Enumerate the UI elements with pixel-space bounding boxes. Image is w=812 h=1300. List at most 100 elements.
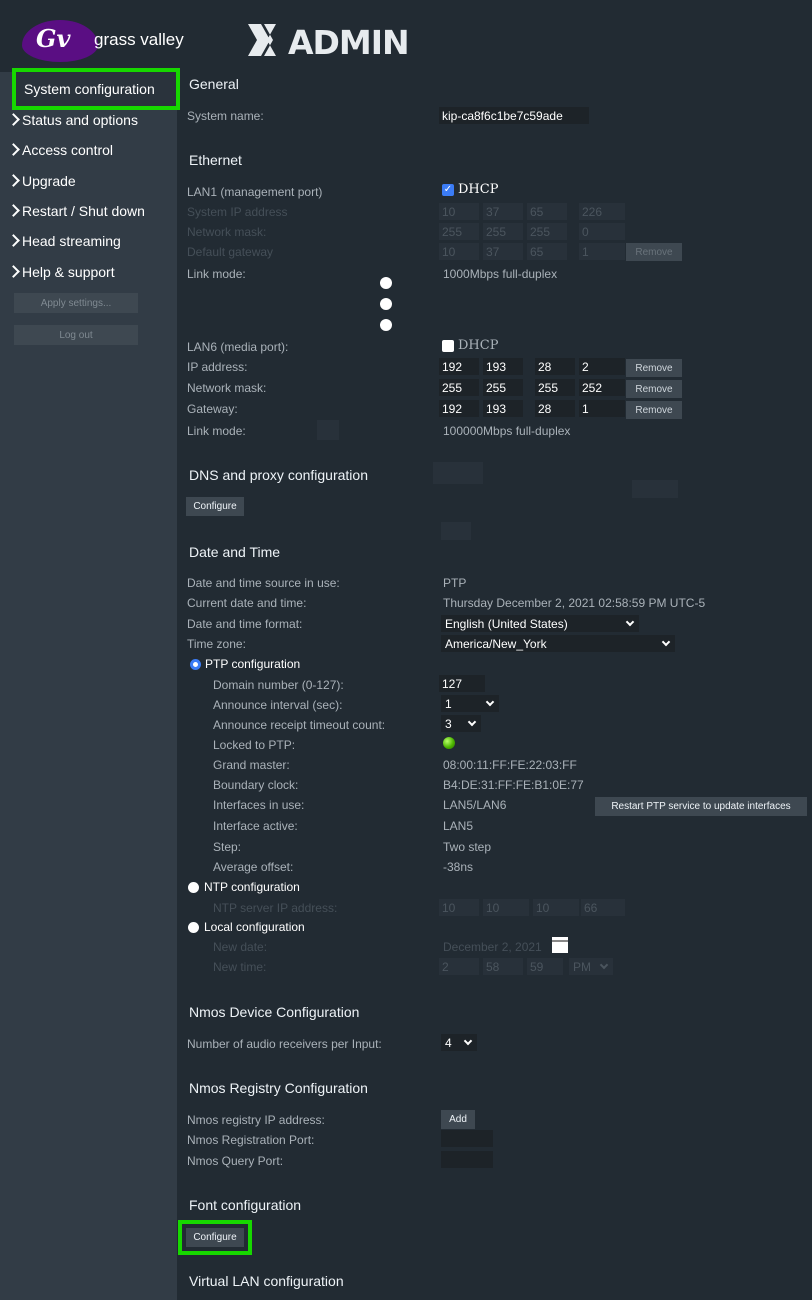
lan6-gateway-octet-4[interactable]: 1 — [579, 400, 625, 417]
sidebar-item-label: Access control — [22, 142, 114, 158]
brand-name: grass valley — [94, 30, 184, 49]
lan6-link-mode-value: 100000Mbps full-duplex — [443, 424, 571, 438]
section-title-font: Font configuration — [189, 1197, 302, 1213]
lan1-gateway-remove-button[interactable]: Remove — [626, 243, 682, 261]
ptp-config-radio[interactable] — [190, 659, 201, 670]
lan1-mask-octet-3[interactable]: 255 — [527, 223, 567, 240]
lan6-ip-octet-3[interactable]: 28 — [535, 358, 575, 375]
ntp-server-ip-label: NTP server IP address: — [213, 901, 338, 915]
sidebar-item-help-support[interactable]: Help & support — [8, 260, 115, 284]
lan6-mask-octet-2[interactable]: 255 — [483, 379, 523, 396]
ntp-ip-octet-2[interactable]: 10 — [483, 899, 529, 916]
new-time-ampm-select[interactable]: PM — [569, 958, 613, 975]
sidebar-item-label: Upgrade — [22, 173, 76, 189]
registry-add-button[interactable]: Add — [441, 1110, 475, 1129]
announce-interval-select[interactable]: 1 — [441, 695, 499, 712]
current-datetime-value: Thursday December 2, 2021 02:58:59 PM UT… — [443, 596, 706, 610]
system-name-input[interactable]: kip-ca8f6c1be7c59ade — [439, 107, 589, 124]
local-config-radio[interactable] — [188, 922, 199, 933]
current-datetime-label: Current date and time: — [187, 596, 307, 610]
sidebar-item-head-streaming[interactable]: Head streaming — [8, 229, 121, 253]
lan1-dhcp-checkbox[interactable]: ✓ — [442, 184, 454, 196]
lan1-ip-octet-3[interactable]: 65 — [527, 203, 567, 220]
audio-receivers-select[interactable]: 4 — [441, 1034, 477, 1051]
timezone-select[interactable]: America/New_York — [441, 635, 675, 652]
chevron-right-icon — [8, 205, 20, 217]
new-date-value: December 2, 2021 — [443, 940, 542, 954]
lan1-gateway-octet-2[interactable]: 37 — [483, 243, 523, 260]
system-ip-label: System IP address — [187, 205, 288, 219]
sidebar-item-status-and-options[interactable]: Status and options — [8, 108, 138, 132]
lan6-ip-remove-button[interactable]: Remove — [626, 359, 682, 377]
section-title-nmos-device: Nmos Device Configuration — [189, 1004, 360, 1020]
dns-configure-button[interactable]: Configure — [186, 497, 244, 516]
time-source-value: PTP — [443, 576, 467, 590]
query-port-input[interactable] — [441, 1151, 493, 1168]
section-title-date-time: Date and Time — [189, 544, 281, 560]
new-time-minute[interactable]: 58 — [483, 958, 523, 975]
lan6-mask-octet-3[interactable]: 255 — [535, 379, 575, 396]
lan1-mask-octet-4[interactable]: 0 — [579, 223, 625, 240]
font-configure-button[interactable]: Configure — [178, 1220, 252, 1255]
step-value: Two step — [443, 840, 492, 854]
ntp-ip-octet-4[interactable]: 66 — [581, 899, 625, 916]
lan1-mask-octet-2[interactable]: 255 — [483, 223, 523, 240]
apply-settings-button[interactable]: Apply settings... — [14, 293, 138, 313]
sidebar — [0, 72, 177, 1300]
datetime-format-value: English (United States) — [445, 616, 568, 631]
lan1-ip-octet-2[interactable]: 37 — [483, 203, 523, 220]
ntp-config-radio[interactable] — [188, 882, 199, 893]
timezone-value: America/New_York — [445, 636, 547, 651]
sidebar-item-restart-shutdown[interactable]: Restart / Shut down — [8, 199, 145, 223]
sidebar-item-system-configuration[interactable]: System configuration — [12, 68, 180, 110]
x-logo-icon — [248, 24, 276, 56]
logout-button[interactable]: Log out — [14, 325, 138, 345]
chevron-down-icon — [661, 637, 671, 647]
domain-number-input[interactable]: 127 — [439, 675, 485, 692]
sidebar-item-upgrade[interactable]: Upgrade — [8, 169, 76, 193]
registration-port-input[interactable] — [441, 1130, 493, 1147]
product-name: ADMIN — [288, 23, 410, 62]
lan6-mask-octet-4[interactable]: 252 — [579, 379, 625, 396]
step-label: Step: — [213, 840, 242, 854]
lan6-gateway-remove-button[interactable]: Remove — [626, 401, 682, 419]
chevron-down-icon — [599, 960, 609, 970]
lan1-mask-octet-1[interactable]: 255 — [439, 223, 479, 240]
main-content: General System name: kip-ca8f6c1be7c59ad… — [177, 72, 812, 1300]
chevron-right-icon — [8, 114, 20, 126]
calendar-icon[interactable] — [552, 937, 568, 953]
lan6-ip-octet-4[interactable]: 2 — [579, 358, 625, 375]
ntp-ip-octet-3[interactable]: 10 — [533, 899, 579, 916]
gv-emblem-text: Gv — [36, 24, 71, 53]
lan6-mask-remove-button[interactable]: Remove — [626, 380, 682, 398]
lan6-gateway-octet-2[interactable]: 193 — [483, 400, 523, 417]
section-title-general: General — [189, 76, 239, 92]
chevron-right-icon — [8, 144, 20, 156]
ntp-ip-octet-1[interactable]: 10 — [439, 899, 479, 916]
sidebar-item-access-control[interactable]: Access control — [8, 138, 113, 162]
lan6-link-mode-label: Link mode: — [187, 424, 246, 438]
datetime-format-select[interactable]: English (United States) — [441, 615, 639, 632]
restart-ptp-button[interactable]: Restart PTP service to update interfaces — [595, 797, 807, 816]
receipt-timeout-label: Announce receipt timeout count: — [213, 718, 386, 732]
receipt-timeout-select[interactable]: 3 — [441, 715, 481, 732]
lan6-ip-octet-2[interactable]: 193 — [483, 358, 523, 375]
lan6-dhcp-checkbox[interactable] — [442, 340, 454, 352]
lan1-gateway-octet-3[interactable]: 65 — [527, 243, 567, 260]
lan1-gateway-octet-4[interactable]: 1 — [579, 243, 625, 260]
lan6-mask-octet-1[interactable]: 255 — [439, 379, 479, 396]
lan1-ip-octet-1[interactable]: 10 — [439, 203, 479, 220]
lan6-gateway-octet-1[interactable]: 192 — [439, 400, 479, 417]
sidebar-item-label: Head streaming — [22, 233, 121, 249]
lan1-ip-octet-4[interactable]: 226 — [579, 203, 625, 220]
lan6-gateway-label: Gateway: — [187, 402, 238, 416]
sidebar-item-label: Restart / Shut down — [22, 203, 145, 219]
lan6-gateway-octet-3[interactable]: 28 — [535, 400, 575, 417]
ellipsis-dots-icon — [380, 277, 394, 340]
lan1-gateway-octet-1[interactable]: 10 — [439, 243, 479, 260]
new-time-ampm-value: PM — [573, 959, 591, 974]
lan6-ip-octet-1[interactable]: 192 — [439, 358, 479, 375]
new-time-hour[interactable]: 2 — [439, 958, 479, 975]
lan6-dhcp-label: DHCP — [458, 338, 499, 353]
new-time-second[interactable]: 59 — [527, 958, 563, 975]
